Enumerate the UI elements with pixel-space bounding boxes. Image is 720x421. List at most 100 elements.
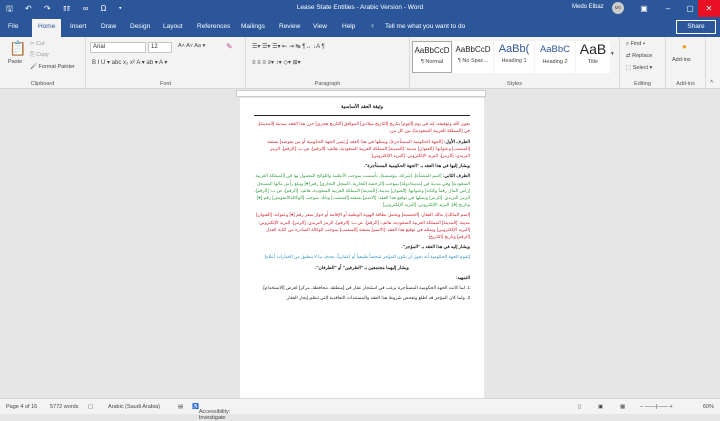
- select-label: Select: [632, 65, 649, 71]
- party2-reference: ويشار إليه في هذا العقد بـ "المؤجر".: [401, 244, 471, 250]
- style-name: Title: [587, 59, 599, 65]
- preamble-label: التمهيد:: [455, 274, 470, 280]
- document-heading: وثيقة العقد الأساسية: [340, 104, 384, 110]
- collapse-ribbon-icon[interactable]: ˄: [710, 79, 713, 85]
- tab-file[interactable]: File: [8, 23, 18, 30]
- style-name: Heading 2: [542, 59, 568, 65]
- clipboard-group: 📋 Paste ✂ Cut ⎘ Copy 🖌 Format Painter Cl…: [0, 37, 86, 89]
- cut-button[interactable]: ✂ Cut: [30, 41, 45, 47]
- style-preview: AaBbC: [539, 44, 571, 55]
- addins-group: ● Add-ins Add-ins: [666, 37, 706, 89]
- title-bar: 🖫 ↶ ↷ ☷ ∞ Ω ▾ Lease State Entities - Ara…: [0, 0, 720, 17]
- share-button[interactable]: Share: [676, 20, 716, 34]
- tab-draw[interactable]: Draw: [101, 23, 116, 30]
- ribbon-display-icon[interactable]: ▣: [632, 0, 656, 17]
- copy-button[interactable]: ⎘ Copy: [30, 52, 49, 59]
- tab-insert[interactable]: Insert: [70, 23, 86, 30]
- ribbon: 📋 Paste ✂ Cut ⎘ Copy 🖌 Format Painter Cl…: [0, 37, 720, 89]
- print-layout-icon[interactable]: ▣: [598, 404, 603, 410]
- status-bar: Page 4 of 16 5772 words ▢ Arabic (Saudi …: [0, 398, 720, 421]
- style-name: ¶ No Spac...: [457, 58, 489, 64]
- intro-paragraph: بعون الله وتوفيقه، إنه في يوم [اليوم] بت…: [257, 121, 470, 134]
- clipboard-label: Clipboard: [30, 81, 55, 87]
- style-normal[interactable]: AaBbCcD ¶ Normal: [412, 41, 452, 73]
- style-preview: AaB: [579, 41, 607, 57]
- vertical-scrollbar[interactable]: [706, 98, 720, 398]
- party1-details: [الجهة الحكومية المستأجرة]، ويمثلها في ه…: [267, 138, 470, 159]
- tab-design[interactable]: Design: [130, 23, 150, 30]
- horizontal-ruler[interactable]: [0, 89, 720, 98]
- both-parties-reference: ويشار إليهما مجتمعين بـ "الطرفين" أو "ال…: [315, 264, 409, 270]
- zoom-level[interactable]: 60%: [703, 404, 714, 410]
- style-heading-1[interactable]: AaBb( Heading 1: [494, 41, 534, 73]
- party1-reference: ويشار إليها في هذا العقد بـ "الجهة الحكو…: [363, 163, 470, 169]
- zoom-slider[interactable]: – ——|—— +: [640, 404, 673, 410]
- paragraph-row1-buttons[interactable]: ☰▾ ☰▾ ☰▾ ⇤ ⇥ ↹ ¶↔ ↓A ¶: [252, 43, 325, 50]
- read-mode-icon[interactable]: ▯: [578, 404, 581, 410]
- addins-icon: ●: [682, 42, 687, 51]
- style-title[interactable]: AaB Title: [576, 41, 610, 73]
- addins-label: Add-ins: [676, 81, 695, 87]
- font-label: Font: [159, 81, 171, 87]
- format-painter-label: Format Painter: [38, 64, 75, 70]
- editing-group: ⌕ Find ▾ ⇄ Replace ⬚ Select ▾ Editing: [620, 37, 666, 89]
- ruler-bar: [236, 90, 486, 97]
- format-painter-button[interactable]: 🖌 Format Painter: [30, 64, 75, 70]
- styles-label: Styles: [507, 81, 522, 87]
- tell-me-search[interactable]: Tell me what you want to do: [385, 23, 465, 30]
- styles-group: AaBbCcD ¶ Normal AaBbCcD ¶ No Spac... AaBb…: [410, 37, 620, 89]
- macro-icon[interactable]: ▤: [178, 404, 183, 410]
- paragraph-label: Paragraph: [314, 81, 341, 87]
- paste-button[interactable]: Paste: [8, 59, 22, 65]
- web-layout-icon[interactable]: ▦: [620, 404, 625, 410]
- tab-help[interactable]: Help: [342, 23, 355, 30]
- party2-individual-details: [اسم المالك]، مالك العقار، [الجنسية] ويح…: [256, 212, 470, 240]
- word-count[interactable]: 5772 words: [50, 404, 78, 410]
- tab-view[interactable]: View: [313, 23, 327, 30]
- editing-label: Editing: [634, 81, 651, 87]
- language[interactable]: Arabic (Saudi Arabia): [108, 404, 160, 410]
- addins-button[interactable]: Add-ins: [672, 57, 691, 63]
- font-size-select[interactable]: 12: [148, 42, 172, 53]
- clear-formatting-icon[interactable]: ✎: [226, 42, 233, 51]
- select-button[interactable]: ⬚ Select ▾: [626, 65, 652, 71]
- font-size-tools[interactable]: A˄ A˅ Aa ▾: [178, 43, 205, 49]
- styles-more-icon[interactable]: ▾: [611, 51, 614, 57]
- accessibility-label: Accessibility: Investigate: [198, 409, 231, 421]
- replace-label: Replace: [632, 53, 653, 59]
- lessor-note: [تقوم الجهة الحكومية أنه يجوز أن يكون ال…: [264, 254, 470, 260]
- font-format-buttons[interactable]: B I U ▾ abc x₂ x² A ▾ ab ▾ A ▾: [92, 59, 167, 66]
- paragraph-group: ☰▾ ☰▾ ☰▾ ⇤ ⇥ ↹ ¶↔ ↓A ¶ ≡ ≡ ≡ ≡▾ ↕▾ ◇▾ ⊞▾…: [246, 37, 410, 89]
- style-heading-2[interactable]: AaBbC Heading 2: [535, 41, 575, 73]
- tab-review[interactable]: Review: [279, 23, 300, 30]
- tab-home[interactable]: Home: [32, 19, 62, 37]
- document-page[interactable]: وثيقة العقد الأساسية بعون الله وتوفيقه، …: [240, 98, 484, 398]
- tab-layout[interactable]: Layout: [163, 23, 183, 30]
- lightbulb-icon: ♀: [370, 23, 375, 30]
- style-preview: AaBbCcD: [455, 45, 491, 54]
- party1-label: الطرف الأول:: [444, 138, 470, 144]
- preamble-item-2: 2. ولما كان المؤجر قد اطلع وتفحص شروط هذ…: [285, 295, 470, 301]
- find-button[interactable]: ⌕ Find ▾: [626, 41, 645, 48]
- tab-references[interactable]: References: [197, 23, 230, 30]
- minimize-button[interactable]: –: [656, 0, 680, 17]
- avatar[interactable]: ME: [612, 2, 624, 14]
- ribbon-tabs: File Home Insert Draw Design Layout Refe…: [0, 17, 720, 37]
- paragraph-row2-buttons[interactable]: ≡ ≡ ≡ ≡▾ ↕▾ ◇▾ ⊞▾: [252, 59, 301, 66]
- style-name: ¶ Normal: [420, 59, 444, 65]
- accessibility-status[interactable]: ♿ Accessibility: Investigate: [192, 404, 230, 421]
- replace-button[interactable]: ⇄ Replace: [626, 53, 652, 59]
- preamble-item-1: 1. لما كانت الجهة الحكومية المستأجرة ترغ…: [262, 285, 470, 291]
- font-name-select[interactable]: Arial: [90, 42, 146, 53]
- style-no-spacing[interactable]: AaBbCcD ¶ No Spac...: [453, 41, 493, 73]
- close-button[interactable]: ✕: [698, 0, 720, 17]
- style-preview: AaBb(: [498, 43, 530, 55]
- proofing-icon[interactable]: ▢: [88, 404, 93, 410]
- cut-label: Cut: [36, 41, 45, 47]
- party2-label: الطرف الثاني:: [442, 173, 470, 179]
- copy-label: Copy: [35, 52, 49, 58]
- user-name[interactable]: Medo Elbaz: [572, 4, 604, 10]
- page-count[interactable]: Page 4 of 16: [6, 404, 37, 410]
- style-name: Heading 1: [501, 58, 527, 64]
- tab-mailings[interactable]: Mailings: [241, 23, 265, 30]
